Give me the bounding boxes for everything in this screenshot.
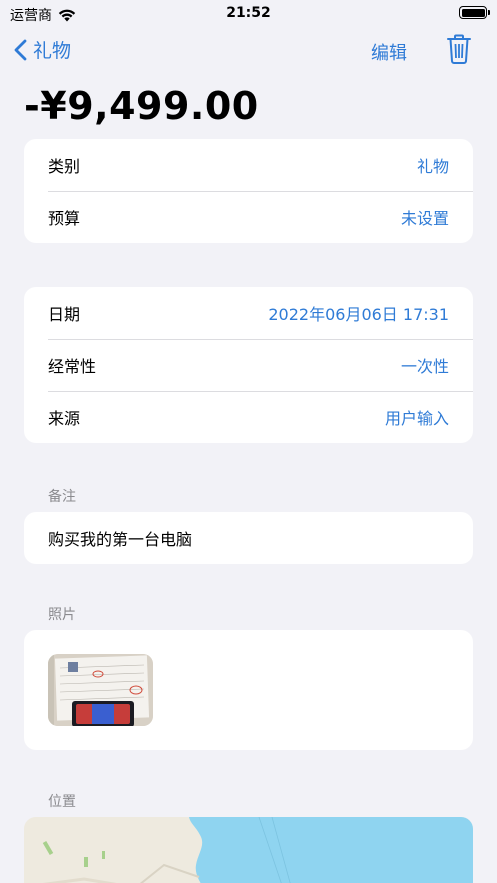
- category-card: 类别 礼物 预算 未设置: [24, 139, 473, 243]
- photos-header: 照片: [48, 607, 76, 623]
- recurrence-value[interactable]: 一次性: [401, 353, 449, 377]
- transaction-amount: -¥9,499.00: [24, 84, 259, 128]
- recurrence-label: 经常性: [48, 357, 97, 376]
- date-value[interactable]: 2022年06月06日 17:31: [268, 301, 449, 325]
- navigation-bar: 礼物 编辑: [0, 30, 497, 74]
- note-header: 备注: [48, 489, 76, 505]
- date-label: 日期: [48, 305, 81, 324]
- category-label: 类别: [48, 157, 81, 176]
- source-label: 来源: [48, 409, 81, 428]
- budget-value[interactable]: 未设置: [401, 205, 449, 229]
- edit-button[interactable]: 编辑: [371, 39, 407, 65]
- battery-icon: [459, 6, 490, 19]
- source-row[interactable]: 来源 用户输入: [24, 391, 473, 443]
- location-map[interactable]: [24, 817, 473, 883]
- receipt-photo: [48, 654, 153, 726]
- category-row[interactable]: 类别 礼物: [24, 139, 473, 191]
- photo-thumbnail[interactable]: [48, 654, 153, 726]
- back-button[interactable]: 礼物: [14, 36, 71, 63]
- back-button-label: 礼物: [33, 40, 72, 62]
- note-card[interactable]: 购买我的第一台电脑: [24, 512, 473, 564]
- category-value[interactable]: 礼物: [417, 153, 449, 177]
- status-time: 21:52: [226, 5, 271, 21]
- budget-label: 预算: [48, 209, 81, 228]
- date-row[interactable]: 日期 2022年06月06日 17:31: [24, 287, 473, 339]
- note-text: 购买我的第一台电脑: [48, 530, 193, 549]
- photos-card: [24, 630, 473, 750]
- delete-button[interactable]: [447, 34, 471, 68]
- meta-card: 日期 2022年06月06日 17:31 经常性 一次性 来源 用户输入: [24, 287, 473, 443]
- status-bar: 运营商 21:52: [0, 0, 497, 28]
- chevron-left-icon: [14, 39, 27, 60]
- map-view: [24, 817, 473, 883]
- trash-icon: [447, 34, 471, 64]
- budget-row[interactable]: 预算 未设置: [24, 191, 473, 243]
- recurrence-row[interactable]: 经常性 一次性: [24, 339, 473, 391]
- location-header: 位置: [48, 794, 76, 810]
- source-value[interactable]: 用户输入: [385, 405, 449, 429]
